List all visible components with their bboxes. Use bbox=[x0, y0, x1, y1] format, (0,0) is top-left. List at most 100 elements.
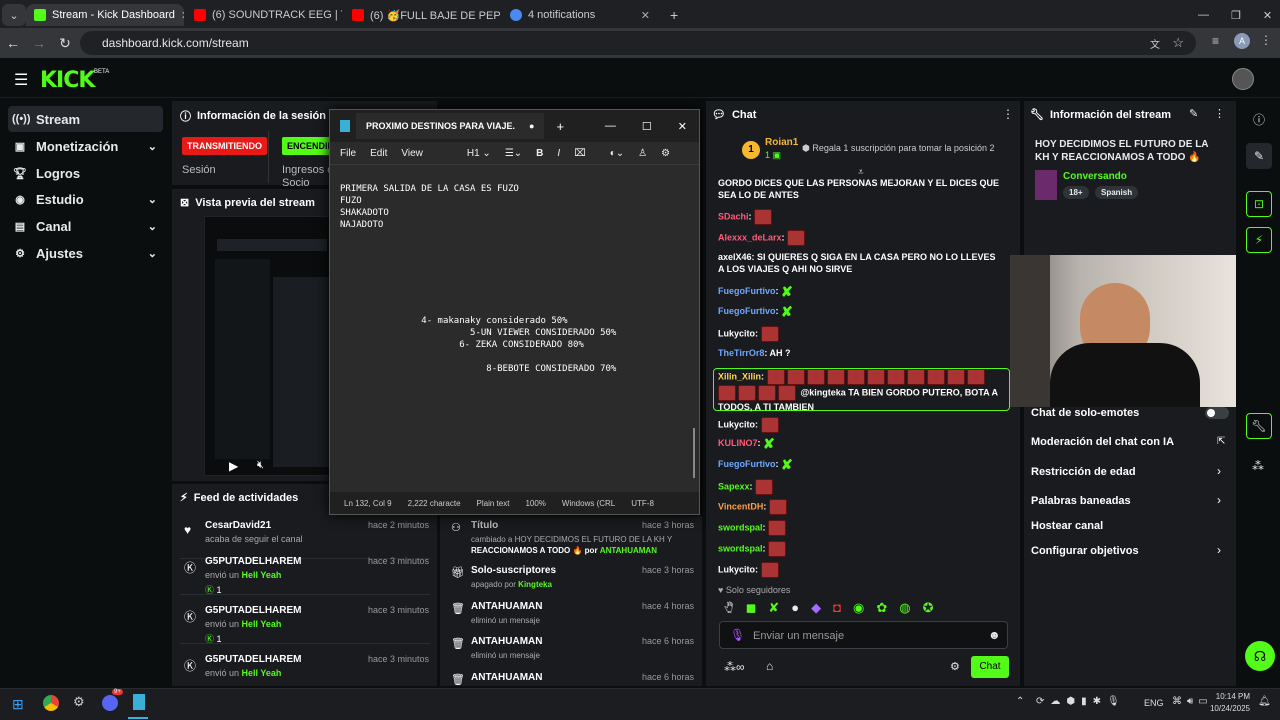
wrench-icon[interactable]: 🔧︎ bbox=[1246, 413, 1272, 439]
emoji-icon[interactable]: ☻ bbox=[988, 628, 1001, 642]
chat-username[interactable]: VincentDH bbox=[718, 501, 763, 511]
feed-item-user[interactable]: CesarDavid21 bbox=[205, 520, 271, 531]
list-icon[interactable]: ☰⌄ bbox=[505, 148, 522, 159]
minimize-icon[interactable]: — bbox=[1198, 9, 1209, 21]
tray-icons[interactable]: ⟳☁⬢▮✱🎙︎ bbox=[1036, 696, 1126, 707]
mod-user[interactable]: ANTAHUAMAN bbox=[600, 546, 657, 555]
chat-username[interactable]: Lukycito bbox=[718, 328, 755, 338]
text-format[interactable]: Plain text bbox=[477, 499, 510, 508]
hamburger-menu-icon[interactable]: ☰ bbox=[14, 70, 28, 90]
sidebar-item-stream[interactable]: ((•)) Stream bbox=[8, 106, 163, 132]
infinity-icon[interactable]: ⁂∞ bbox=[724, 660, 745, 674]
minimize-icon[interactable]: — bbox=[605, 120, 616, 133]
windows-start-icon[interactable]: ⊞ bbox=[12, 696, 24, 713]
forward-icon[interactable]: → bbox=[26, 35, 52, 51]
notepad-tab[interactable]: PROXIMO DESTINOS PARA VIAJE. ● bbox=[356, 113, 545, 139]
option-goals[interactable]: Configurar objetivos bbox=[1031, 545, 1139, 557]
line-ending[interactable]: Windows (CRL bbox=[562, 499, 615, 508]
chat-username[interactable]: FuegoFurtivo bbox=[718, 459, 776, 469]
chat-username[interactable]: TheTirrOr8 bbox=[718, 348, 764, 358]
clear-format-icon[interactable]: ⌧ bbox=[574, 148, 586, 159]
emote-icon[interactable]: ◼ bbox=[746, 600, 757, 616]
chat-username[interactable]: Lukycito bbox=[718, 419, 755, 429]
shop-icon[interactable]: ⌂ bbox=[766, 659, 773, 673]
external-link-icon[interactable]: ⇱ bbox=[1217, 436, 1225, 447]
tab-youtube-2[interactable]: (6) 🥳FULL BAJE DE PEPA🥳 K✕ bbox=[344, 4, 500, 26]
account-icon[interactable]: ♙ bbox=[638, 148, 647, 159]
close-icon[interactable]: ✕ bbox=[678, 120, 687, 133]
clock-date[interactable]: 10/24/2025 bbox=[1208, 704, 1250, 713]
category-thumbnail[interactable] bbox=[1035, 170, 1057, 200]
italic-icon[interactable]: I bbox=[557, 148, 560, 159]
profile-avatar[interactable]: A bbox=[1234, 33, 1250, 49]
gift-prompt[interactable]: ⬢ Regala 1 suscripción para tomar la pos… bbox=[802, 143, 994, 154]
chat-username[interactable]: FuegoFurtivo bbox=[718, 286, 776, 296]
menu-view[interactable]: View bbox=[401, 148, 423, 159]
emote-icon[interactable]: ◘ bbox=[833, 600, 841, 616]
chat-username[interactable]: Xilin_Xilin bbox=[718, 371, 761, 381]
menu-file[interactable]: File bbox=[340, 148, 356, 159]
emote-icon[interactable]: ✿ bbox=[876, 600, 887, 616]
sidebar-item-monetizacion[interactable]: ▣ Monetización ⌄ bbox=[8, 133, 163, 159]
tab-kick-dashboard[interactable]: Stream - Kick Dashboard✕ bbox=[26, 4, 184, 26]
chat-username[interactable]: axelX46 bbox=[718, 252, 752, 262]
emote-icon[interactable]: ◆ bbox=[811, 600, 821, 616]
clock-time[interactable]: 10:14 PM bbox=[1208, 692, 1250, 701]
close-icon[interactable]: ✕ bbox=[181, 9, 184, 22]
feed-item-user[interactable]: G5PUTADELHAREM bbox=[205, 556, 301, 567]
emote-icon[interactable]: ● bbox=[791, 600, 799, 616]
tray-chevron-icon[interactable]: ⌃ bbox=[1016, 696, 1024, 707]
system-icons[interactable]: ⌘🔊︎▭ bbox=[1172, 696, 1213, 707]
emote-icon[interactable]: ✘ bbox=[768, 600, 779, 616]
copilot-icon[interactable]: ◐⌄ bbox=[610, 148, 624, 159]
emote-icon[interactable]: ✪ bbox=[923, 600, 934, 616]
language-indicator[interactable]: ENG bbox=[1144, 698, 1164, 708]
menu-edit[interactable]: Edit bbox=[370, 148, 387, 159]
share-icon[interactable]: ⁂ bbox=[1252, 459, 1264, 473]
heading-dropdown[interactable]: H1 ⌄ bbox=[467, 148, 491, 159]
mute-icon[interactable]: 🔇︎ bbox=[257, 459, 264, 472]
maximize-icon[interactable]: ☐ bbox=[642, 120, 652, 133]
sidebar-item-estudio[interactable]: ◉ Estudio ⌄ bbox=[8, 186, 163, 212]
new-tab-button[interactable]: + bbox=[662, 4, 682, 26]
bolt-icon[interactable]: ⚡︎ bbox=[1246, 227, 1272, 253]
edit-pencil-icon[interactable]: ✎ bbox=[1246, 143, 1272, 169]
menu-dots-icon[interactable]: ⋮ bbox=[1214, 107, 1225, 120]
chat-settings-gear-icon[interactable]: ⚙ bbox=[950, 660, 960, 673]
chrome-icon[interactable] bbox=[43, 695, 59, 711]
edit-pencil-icon[interactable]: ✎ bbox=[1189, 107, 1198, 120]
sidebar-item-logros[interactable]: 🏆︎ Logros bbox=[8, 160, 163, 186]
zoom-level[interactable]: 100% bbox=[525, 499, 545, 508]
stream-preview-video[interactable]: ▶ 🔇︎ bbox=[204, 216, 334, 476]
emote-icon[interactable]: ◉ bbox=[853, 600, 864, 616]
chevron-right-icon[interactable]: › bbox=[1217, 543, 1221, 557]
media-icon[interactable]: ≡ bbox=[1212, 34, 1219, 48]
kick-logo[interactable]: KICK bbox=[40, 68, 95, 93]
chat-username[interactable]: swordspal bbox=[718, 543, 763, 553]
chevron-right-icon[interactable]: › bbox=[1217, 493, 1221, 507]
emotes-only-toggle[interactable] bbox=[1205, 407, 1229, 419]
info-icon[interactable]: ⓘ bbox=[1253, 111, 1265, 128]
bookmark-star-icon[interactable]: ☆ bbox=[1172, 35, 1184, 51]
play-icon[interactable]: ▶ bbox=[229, 459, 238, 473]
support-icon[interactable]: ☊ bbox=[1245, 641, 1275, 671]
url-field[interactable]: dashboard.kick.com/stream ☆ 文 bbox=[80, 31, 1196, 55]
settings-gear-icon[interactable]: ⚙ bbox=[661, 148, 670, 159]
sidebar-item-ajustes[interactable]: ⚙ Ajustes ⌄ bbox=[8, 240, 163, 266]
reload-icon[interactable]: ↻ bbox=[52, 35, 78, 52]
chat-username[interactable]: Sapexx bbox=[718, 481, 750, 491]
mic-icon[interactable]: 🎙︎ bbox=[730, 628, 745, 642]
menu-dots-icon[interactable]: ⋮ bbox=[1260, 33, 1272, 47]
user-avatar[interactable] bbox=[1232, 68, 1254, 90]
sidebar-item-canal[interactable]: ▤ Canal ⌄ bbox=[8, 213, 163, 239]
maximize-icon[interactable]: ❐ bbox=[1231, 9, 1241, 22]
back-icon[interactable]: ← bbox=[0, 35, 26, 51]
bold-icon[interactable]: B bbox=[536, 148, 543, 159]
close-window-icon[interactable]: ✕ bbox=[1263, 9, 1272, 22]
notification-bell-icon[interactable]: 🔔︎ bbox=[1258, 696, 1271, 707]
settings-app-icon[interactable]: ⚙ bbox=[73, 694, 85, 710]
option-ai-moderation[interactable]: Moderación del chat con IA bbox=[1031, 436, 1174, 448]
category-name[interactable]: Conversando bbox=[1063, 171, 1127, 182]
discord-icon[interactable] bbox=[102, 695, 118, 711]
chevron-right-icon[interactable]: › bbox=[1217, 464, 1221, 478]
